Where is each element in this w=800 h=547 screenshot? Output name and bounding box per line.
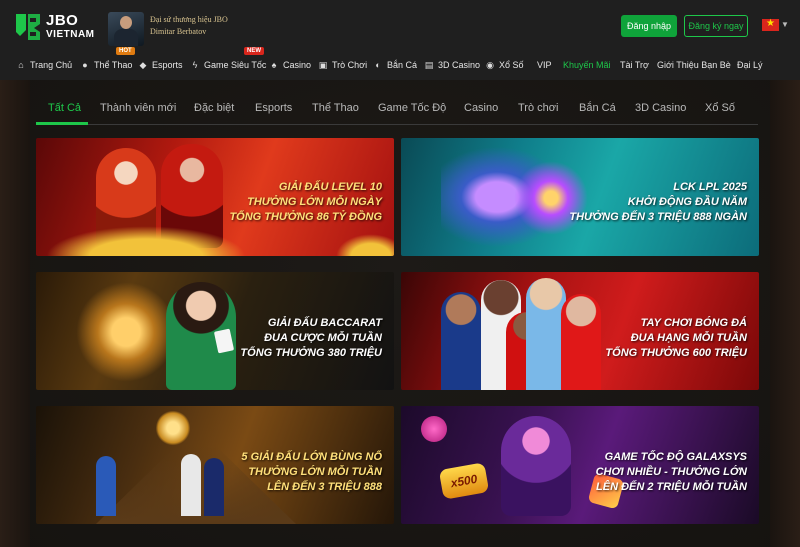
gold-coins-right xyxy=(336,234,394,256)
nav-item-home[interactable]: ⌂ Trang Chủ xyxy=(16,60,72,70)
football-player-5 xyxy=(561,294,601,390)
promo-card-lck-lpl[interactable]: LCK LPL 2025 KHỞI ĐỘNG ĐẦU NĂM THƯỞNG ĐẾ… xyxy=(401,138,759,256)
vietnam-flag-icon[interactable]: ★ xyxy=(762,18,779,31)
nav-item-lottery[interactable]: ◉ Xổ Số xyxy=(485,60,523,70)
side-decoration-right xyxy=(770,80,800,547)
ambassador-banner: Đại sứ thương hiệu JBO Dimitar Berbatov xyxy=(108,12,238,46)
player-silhouette-3 xyxy=(204,458,224,516)
nav-item-sponsorship[interactable]: Tài Trợ xyxy=(620,60,649,70)
promo-card-galaxsys[interactable]: x500 GAME TỐC ĐỘ GALAXSYS CHƠI NHIỀU - T… xyxy=(401,406,759,524)
cube-icon: ▤ xyxy=(424,60,434,70)
soccer-ball-icon: ● xyxy=(82,60,88,70)
football-player-4 xyxy=(526,278,566,390)
ninja-mascot xyxy=(501,416,571,516)
login-button[interactable]: Đăng nhập xyxy=(621,15,677,37)
logo-text: JBO xyxy=(46,12,79,29)
promo-text: GAME TỐC ĐỘ GALAXSYS CHƠI NHIỀU - THƯỞNG… xyxy=(595,451,747,493)
nav-item-referral[interactable]: Giới Thiệu Bạn Bè xyxy=(657,60,731,70)
x500-multiplier-badge: x500 xyxy=(438,462,490,500)
nav-item-promotions[interactable]: Khuyến Mãi xyxy=(563,60,611,70)
top-bar: JBO VIETNAM Đại sứ thương hiệu JBO Dimit… xyxy=(0,0,800,52)
promo-text: GIẢI ĐẤU BACCARAT ĐUA CƯỢC MỖI TUẦN TỔNG… xyxy=(240,317,382,359)
promo-card-football[interactable]: TAY CHƠI BÓNG ĐÁ ĐUA HẠNG MỖI TUẦN TỔNG … xyxy=(401,272,759,390)
promo-text: 5 GIẢI ĐẤU LỚN BÙNG NỔ THƯỞNG LỚN MỖI TU… xyxy=(241,451,382,493)
hot-badge: HOT xyxy=(116,47,135,55)
ambassador-title: Đại sứ thương hiệu JBO xyxy=(150,15,228,24)
tab-all[interactable]: Tất Cả xyxy=(48,102,81,114)
cards-icon: ♠ xyxy=(271,60,277,70)
promo-card-baccarat[interactable]: GIẢI ĐẤU BACCARAT ĐUA CƯỢC MỖI TUẦN TỔNG… xyxy=(36,272,394,390)
promo-card-5-tournaments[interactable]: 5 GIẢI ĐẤU LỚN BÙNG NỔ THƯỞNG LỚN MỖI TU… xyxy=(36,406,394,524)
gamepad-icon: ◆ xyxy=(139,60,147,70)
side-decoration-left xyxy=(0,80,30,547)
tab-3d-casino[interactable]: 3D Casino xyxy=(635,102,686,114)
fish-icon: ◐ xyxy=(375,60,381,70)
tab-special[interactable]: Đặc biệt xyxy=(194,102,234,114)
nav-item-fast-games[interactable]: ϟ Game Siêu Tốc xyxy=(190,60,267,70)
nav-item-vip[interactable]: VIP xyxy=(537,60,552,70)
chevron-down-icon[interactable]: ▼ xyxy=(781,20,789,29)
trophy-icon xyxy=(156,410,190,446)
active-tab-indicator xyxy=(36,122,88,125)
player-silhouette-1 xyxy=(96,456,116,516)
nav-item-sports[interactable]: ● Thể Thao xyxy=(80,60,132,70)
ambassador-photo xyxy=(108,12,144,46)
nav-item-casino[interactable]: ♠ Casino xyxy=(269,60,311,70)
tab-fishing[interactable]: Bắn Cá xyxy=(579,102,616,114)
player-silhouette-2 xyxy=(181,454,201,516)
logo-subtext: VIETNAM xyxy=(46,29,95,40)
nav-item-games[interactable]: ▣ Trò Chơi xyxy=(318,60,367,70)
new-badge: NEW xyxy=(244,47,264,55)
tab-games[interactable]: Trò chơi xyxy=(518,102,558,114)
promo-text: LCK LPL 2025 KHỞI ĐỘNG ĐẦU NĂM THƯỞNG ĐẾ… xyxy=(569,181,747,223)
tab-casino[interactable]: Casino xyxy=(464,102,498,114)
golden-dice-art xyxy=(76,282,176,382)
home-icon: ⌂ xyxy=(18,60,24,70)
slot-machine-icon: ▣ xyxy=(318,60,328,70)
tab-fast-games[interactable]: Game Tốc Độ xyxy=(378,102,446,114)
lottery-ball-icon: ◉ xyxy=(486,60,494,70)
nav-item-esports[interactable]: ◆ Esports xyxy=(138,60,183,70)
nav-item-fishing[interactable]: ◐ Bắn Cá xyxy=(373,60,417,70)
gold-coins-pile xyxy=(46,226,246,256)
promo-category-tabs: Tất Cả Thành viên mới Đặc biệt Esports T… xyxy=(36,95,758,125)
tab-new-members[interactable]: Thành viên mới xyxy=(100,102,176,114)
promo-text: TAY CHƠI BÓNG ĐÁ ĐUA HẠNG MỖI TUẦN TỔNG … xyxy=(605,317,747,359)
lollipop-icon xyxy=(421,416,447,442)
promo-text: GIẢI ĐẤU LEVEL 10 THƯỞNG LỚN MỖI NGÀY TỔ… xyxy=(229,181,382,223)
promo-card-level10[interactable]: GIẢI ĐẤU LEVEL 10 THƯỞNG LỚN MỖI NGÀY TỔ… xyxy=(36,138,394,256)
main-nav: ⌂ Trang Chủ ● Thể Thao ◆ Esports ϟ Game Siêu… xyxy=(0,52,800,80)
tab-lottery[interactable]: Xổ Số xyxy=(705,102,735,114)
register-button[interactable]: Đăng ký ngay xyxy=(684,15,748,37)
nav-item-agent[interactable]: Đại Lý xyxy=(737,60,763,70)
tab-sports[interactable]: Thể Thao xyxy=(312,102,359,114)
tab-esports[interactable]: Esports xyxy=(255,102,292,114)
nav-item-3d-casino[interactable]: ▤ 3D Casino xyxy=(424,60,480,70)
ambassador-name: Dimitar Berbatov xyxy=(150,27,207,36)
logo[interactable]: JBO VIETNAM xyxy=(14,10,94,44)
lightning-icon: ϟ xyxy=(192,60,198,70)
football-player-1 xyxy=(441,292,481,390)
jbo-logo-icon xyxy=(16,14,40,40)
